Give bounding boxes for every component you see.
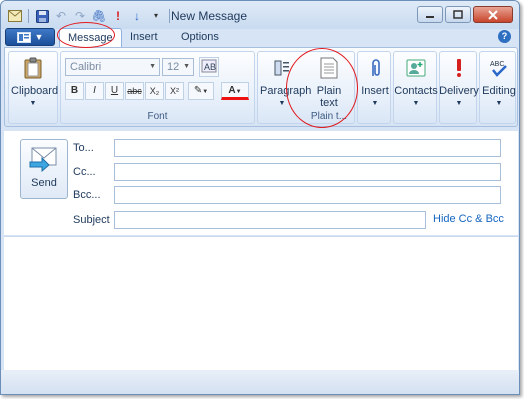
font-size-value: 12: [167, 61, 180, 73]
help-icon[interactable]: ?: [498, 30, 511, 43]
italic-button[interactable]: I: [85, 82, 104, 100]
annotation-circle-message-tab: [57, 22, 115, 48]
contacts-group: Contacts ▼: [393, 51, 438, 124]
chevron-down-icon: ▼: [34, 32, 44, 42]
font-family-value: Calibri: [70, 61, 102, 73]
clipboard-label: Clipboard: [11, 85, 59, 97]
strikethrough-button[interactable]: abc: [125, 82, 144, 100]
mail-icon[interactable]: [7, 8, 23, 24]
high-importance-icon[interactable]: !: [110, 8, 126, 24]
insert-button[interactable]: Insert ▼: [353, 55, 397, 110]
chevron-down-icon: ▼: [149, 63, 156, 70]
tab-options[interactable]: Options: [173, 28, 227, 48]
clipboard-button[interactable]: Clipboard ▼: [11, 55, 59, 110]
bcc-field[interactable]: [114, 186, 501, 204]
maximize-button[interactable]: [445, 6, 471, 23]
subscript-button[interactable]: X₂: [145, 82, 164, 100]
chevron-down-icon: ▼: [29, 100, 37, 107]
app-menu-button[interactable]: ▼: [5, 28, 55, 46]
ribbon: Clipboard ▼ Calibri ▼ 12 ▼ AB B I U abc X₂…: [4, 47, 518, 127]
contacts-icon: [403, 55, 429, 81]
to-field[interactable]: [114, 139, 501, 157]
send-label: Send: [31, 177, 57, 189]
underline-button[interactable]: U: [105, 82, 124, 100]
insert-group: Insert ▼: [357, 51, 391, 124]
send-icon: [29, 146, 59, 174]
annotation-circle-plain-text: [286, 48, 358, 128]
compose-header: Send To... Cc... Bcc... Subject Hide Cc …: [4, 131, 518, 235]
low-importance-icon[interactable]: ↓: [129, 8, 145, 24]
bcc-button[interactable]: Bcc...: [73, 189, 101, 201]
chevron-down-icon: ▼: [495, 100, 503, 107]
bold-button[interactable]: B: [65, 82, 84, 100]
font-style-icon: AB: [201, 59, 217, 73]
hide-cc-bcc-link[interactable]: Hide Cc & Bcc: [433, 213, 504, 225]
undo-icon[interactable]: ↶: [53, 8, 69, 24]
toolbar-separator: [28, 9, 29, 23]
importance-icon: [446, 55, 472, 81]
svg-text:AB: AB: [204, 62, 216, 72]
window-controls: [417, 6, 513, 23]
cc-button[interactable]: Cc...: [73, 166, 96, 178]
paperclip-icon: [362, 55, 388, 81]
window-title: New Message: [171, 9, 248, 23]
cc-field[interactable]: [114, 163, 501, 181]
font-family-select[interactable]: Calibri ▼: [65, 58, 160, 76]
message-body[interactable]: [4, 236, 518, 370]
close-button[interactable]: [473, 6, 513, 23]
font-group: Calibri▼ 12▼ AB B I U abc X₂ X² ✎▼ A▼: [60, 51, 255, 124]
superscript-button[interactable]: X²: [165, 82, 184, 100]
to-button[interactable]: To...: [73, 142, 94, 154]
font-group-label: Font: [147, 111, 168, 122]
insert-label: Insert: [361, 85, 389, 97]
subject-label: Subject: [73, 214, 110, 226]
toolbar-separator: [169, 9, 170, 23]
editing-label: Editing: [482, 85, 516, 97]
contacts-label: Contacts: [394, 85, 438, 97]
clipboard-icon: [20, 55, 46, 81]
subject-field[interactable]: [114, 211, 426, 229]
chevron-down-icon: ▼: [235, 89, 242, 95]
tab-insert[interactable]: Insert: [122, 28, 166, 48]
customize-qat-icon[interactable]: ▾: [148, 8, 164, 24]
chevron-down-icon: ▼: [455, 100, 463, 107]
minimize-button[interactable]: [417, 6, 443, 23]
font-style-button[interactable]: AB: [199, 57, 219, 77]
highlight-button[interactable]: ✎▼: [188, 82, 214, 100]
font-size-select[interactable]: 12 ▼: [162, 58, 194, 76]
status-bar: [1, 370, 519, 394]
clipboard-group: Clipboard ▼: [8, 51, 58, 124]
editing-button[interactable]: ABC Editing ▼: [477, 55, 519, 110]
delivery-label: Delivery: [439, 85, 479, 97]
send-button[interactable]: Send: [20, 139, 68, 199]
font-color-icon: A: [228, 85, 236, 96]
mail-window: ↶ ↷ 🖇 ! ↓ ▾ New Message ▼ Message Insert…: [0, 0, 520, 395]
format-buttons: B I U abc X₂ X²: [65, 82, 184, 100]
editing-group: ABC Editing ▼: [479, 51, 516, 124]
svg-text:ABC: ABC: [490, 61, 504, 68]
save-icon[interactable]: [34, 8, 50, 24]
chevron-down-icon: ▼: [371, 100, 379, 107]
spelling-icon: ABC: [486, 55, 512, 81]
contacts-button[interactable]: Contacts ▼: [394, 55, 438, 110]
font-color-button[interactable]: A▼: [221, 82, 249, 100]
highlighter-icon: ✎: [193, 85, 203, 96]
menu-icon: [16, 31, 31, 43]
chevron-down-icon: ▼: [412, 100, 420, 107]
chevron-down-icon: ▼: [202, 89, 209, 95]
delivery-group: Delivery ▼: [439, 51, 479, 124]
chevron-down-icon: ▼: [183, 63, 190, 70]
delivery-button[interactable]: Delivery ▼: [437, 55, 481, 110]
